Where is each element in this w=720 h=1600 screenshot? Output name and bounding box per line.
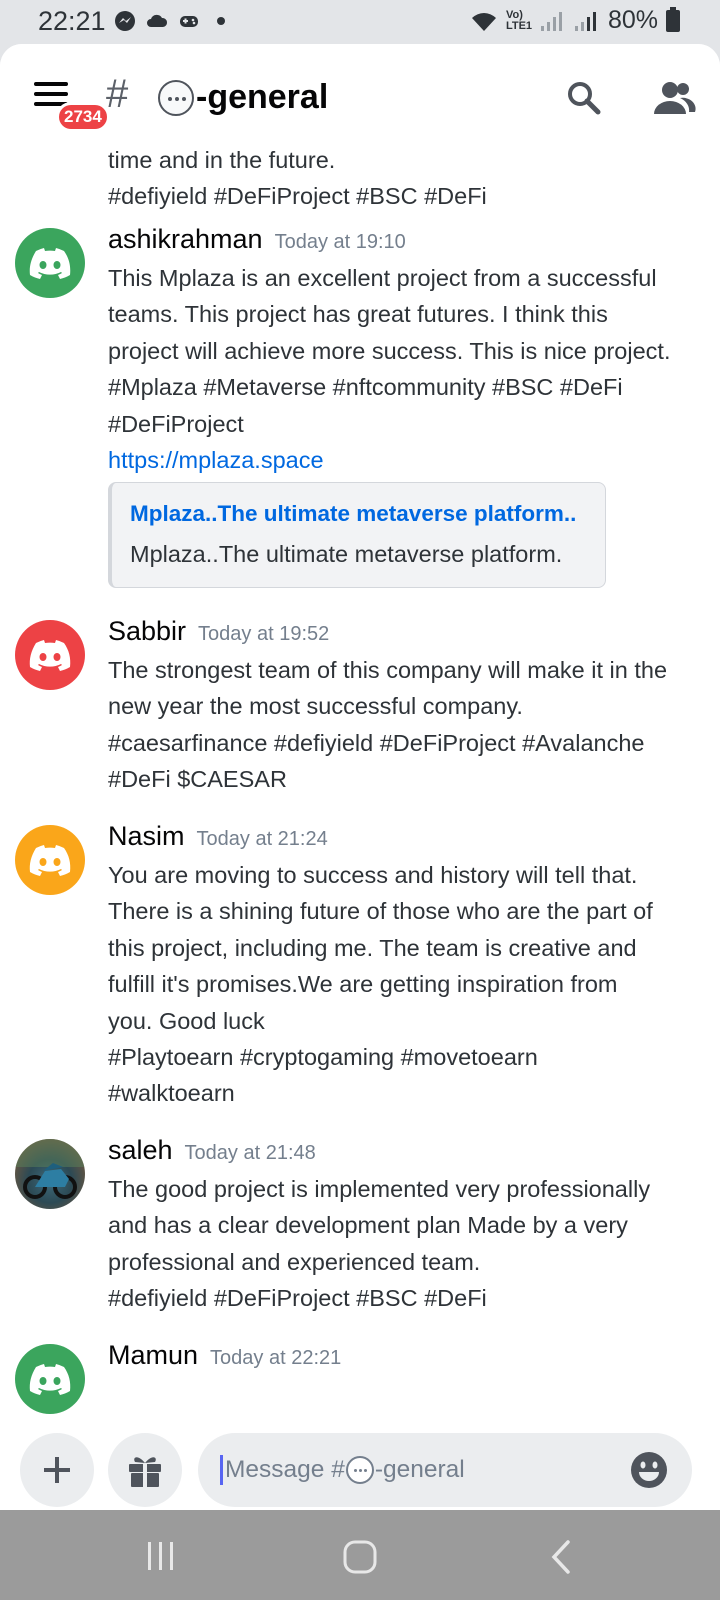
chat-screen: 2734 # -general time and in the future. … xyxy=(0,44,720,1510)
timestamp: Today at 19:52 xyxy=(198,623,330,645)
back-icon[interactable] xyxy=(550,1540,572,1574)
username[interactable]: Mamun xyxy=(108,1340,198,1371)
dot-icon xyxy=(217,17,225,25)
signal-icon xyxy=(540,11,562,31)
message-line: project will achieve more success. This … xyxy=(108,337,671,364)
wifi-icon xyxy=(471,12,496,31)
embed-title[interactable]: Mplaza..The ultimate metaverse platform.… xyxy=(130,501,605,527)
message-line: #Playtoearn #cryptogaming #movetoearn xyxy=(108,1044,538,1071)
message-line: new year the most successful company. xyxy=(108,693,523,720)
timestamp: Today at 19:10 xyxy=(274,231,406,253)
message-line: you. Good luck xyxy=(108,1007,265,1034)
message-composer: Message # -general xyxy=(0,1420,720,1510)
timestamp: Today at 21:24 xyxy=(196,828,328,850)
discord-logo-icon xyxy=(29,845,71,876)
search-icon[interactable] xyxy=(566,80,602,116)
message-content: This Mplaza is an excellent project from… xyxy=(108,260,708,478)
gift-button[interactable] xyxy=(108,1433,182,1507)
username[interactable]: Nasim xyxy=(108,821,185,852)
message-body: saleh Today at 21:48 The good project is… xyxy=(108,1135,708,1317)
messenger-icon xyxy=(115,11,135,31)
discord-logo-icon xyxy=(29,248,71,279)
message-input-placeholder: Message # -general xyxy=(225,1456,465,1484)
discord-logo-icon xyxy=(29,640,71,671)
status-right: Vo) LTE1 80% xyxy=(470,6,680,35)
discord-logo-icon xyxy=(29,1364,71,1395)
username[interactable]: ashikrahman xyxy=(108,224,263,255)
timestamp: Today at 21:48 xyxy=(184,1142,316,1164)
motorcycle-photo-icon xyxy=(15,1139,85,1199)
home-icon[interactable] xyxy=(343,1540,377,1574)
notification-badge: 2734 xyxy=(56,102,110,132)
message-body: Mamun Today at 22:21 xyxy=(108,1340,708,1376)
message-line: #DeFi $CAESAR xyxy=(108,766,287,793)
gamepad-icon xyxy=(180,16,198,27)
channel-hash-icon: # xyxy=(106,72,129,116)
avatar[interactable] xyxy=(15,1344,85,1414)
message-content: The good project is implemented very pro… xyxy=(108,1171,708,1317)
message-line: #defiyield #DeFiProject #BSC #DeFi xyxy=(108,183,487,210)
avatar[interactable] xyxy=(15,228,85,298)
message-input[interactable]: Message # -general xyxy=(198,1433,692,1507)
message-line: #DeFiProject xyxy=(108,410,244,437)
message-line: #defiyield #DeFiProject #BSC #DeFi xyxy=(108,1285,487,1312)
battery-icon xyxy=(666,6,680,32)
recent-apps-icon[interactable] xyxy=(146,1540,176,1572)
channel-name: -general xyxy=(196,78,329,116)
gift-icon xyxy=(129,1457,161,1487)
message-content: The strongest team of this company will … xyxy=(108,652,708,798)
channel-header: 2734 # -general xyxy=(0,44,720,144)
plus-icon xyxy=(44,1457,70,1483)
network-label: Vo) LTE1 xyxy=(505,8,533,32)
emoji-icon[interactable] xyxy=(630,1451,668,1489)
message-line: teams. This project has great futures. I… xyxy=(108,301,608,328)
speech-bubble-icon xyxy=(345,1456,374,1484)
message-line: The strongest team of this company will … xyxy=(108,657,668,683)
message-link[interactable]: https://mplaza.space xyxy=(108,442,708,478)
username[interactable]: Sabbir xyxy=(108,616,186,647)
status-time: 22:21 xyxy=(38,6,106,36)
message-line: #caesarfinance #defiyield #DeFiProject #… xyxy=(108,729,645,756)
message-continuation: time and in the future. #defiyield #DeFi… xyxy=(108,144,708,215)
message-body: Sabbir Today at 19:52 The strongest team… xyxy=(108,616,708,798)
message-line: You are moving to success and history wi… xyxy=(108,862,638,888)
message-content: You are moving to success and history wi… xyxy=(108,857,708,1112)
message-line: fulfill it's promises.We are getting ins… xyxy=(108,971,618,998)
message-line: There is a shining future of those who a… xyxy=(108,898,653,925)
system-nav-bar xyxy=(0,1510,720,1600)
embed-description: Mplaza..The ultimate metaverse platform. xyxy=(130,541,563,568)
message-line: #Mplaza #Metaverse #nftcommunity #BSC #D… xyxy=(108,374,623,401)
status-bar: 22:21 Vo) LTE1 80% xyxy=(0,0,720,44)
message-body: ashikrahman Today at 19:10 This Mplaza i… xyxy=(108,224,708,589)
placeholder-suffix: -general xyxy=(374,1456,465,1483)
message-line: professional and experienced team. xyxy=(108,1248,481,1275)
battery-text: 80% xyxy=(607,6,658,34)
members-icon[interactable] xyxy=(652,80,696,116)
status-left-icons xyxy=(114,10,232,32)
message-line: This Mplaza is an excellent project from… xyxy=(108,265,657,291)
placeholder-prefix: Message # xyxy=(225,1456,345,1483)
message-line: and has a clear development plan Made by… xyxy=(108,1212,628,1239)
link-embed[interactable]: Mplaza..The ultimate metaverse platform.… xyxy=(108,482,606,589)
avatar[interactable] xyxy=(15,825,85,895)
message-line: The good project is implemented very pro… xyxy=(108,1176,651,1202)
add-attachment-button[interactable] xyxy=(20,1433,94,1507)
avatar[interactable] xyxy=(15,620,85,690)
message-body: Nasim Today at 21:24 You are moving to s… xyxy=(108,821,708,1112)
message-list[interactable]: time and in the future. #defiyield #DeFi… xyxy=(0,144,720,1420)
text-caret xyxy=(220,1455,223,1485)
message-line: #walktoearn xyxy=(108,1080,235,1107)
timestamp: Today at 22:21 xyxy=(210,1347,342,1369)
avatar[interactable] xyxy=(15,1139,85,1209)
speech-bubble-icon xyxy=(158,80,194,116)
cloud-icon xyxy=(147,14,168,27)
message-line: time and in the future. xyxy=(108,147,336,173)
message-line: this project, including me. The team is … xyxy=(108,934,637,961)
signal-icon-2 xyxy=(574,11,596,31)
username[interactable]: saleh xyxy=(108,1135,173,1166)
